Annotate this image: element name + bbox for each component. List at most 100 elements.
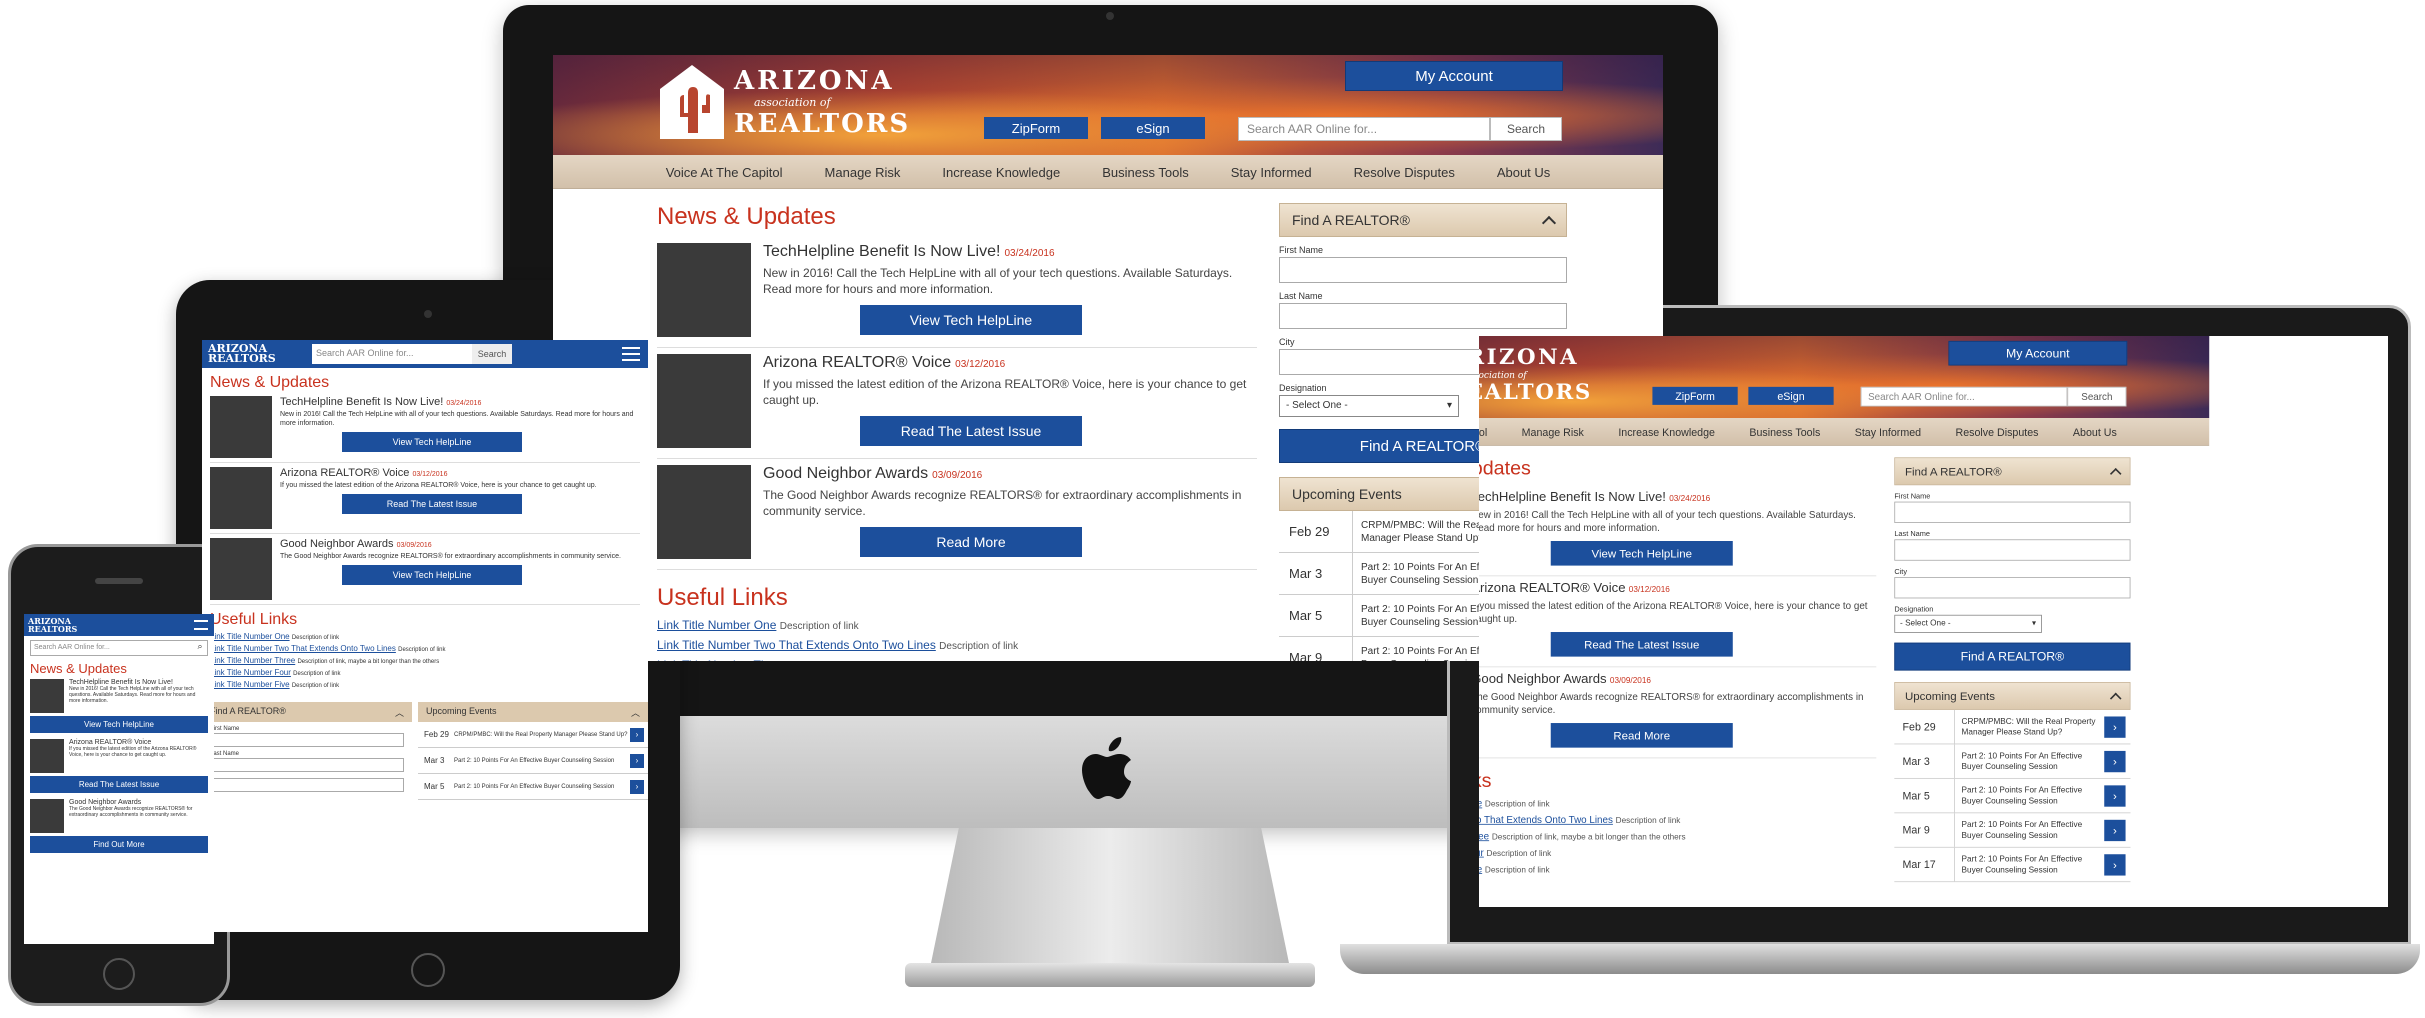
news-title[interactable]: TechHelpline Benefit Is Now Live! — [763, 243, 1000, 260]
link-title[interactable]: Link Title Number Two That Extends Onto … — [1479, 814, 1613, 825]
news-title[interactable]: Good Neighbor Awards — [1479, 672, 1607, 686]
news-title[interactable]: TechHelpline Benefit Is Now Live! — [69, 679, 208, 686]
esign-button[interactable]: eSign — [1101, 117, 1205, 139]
read-latest-issue-button[interactable]: Read The Latest Issue — [1550, 632, 1733, 657]
zipform-button[interactable]: ZipForm — [1652, 386, 1738, 405]
nav-item-increase-knowledge[interactable]: Increase Knowledge — [1601, 418, 1732, 445]
nav-item-about-us[interactable]: About Us — [1476, 155, 1571, 188]
last-name-field[interactable] — [210, 758, 404, 772]
search-icon[interactable]: ⌕ — [193, 641, 207, 655]
search-input[interactable]: Search AAR Online for... — [312, 344, 472, 364]
news-title[interactable]: TechHelpline Benefit Is Now Live! — [280, 396, 443, 408]
read-more-button[interactable]: Read More — [1550, 723, 1733, 748]
chevron-right-icon[interactable]: › — [2104, 819, 2126, 841]
designation-select[interactable]: - Select One - ▾ — [1894, 614, 2042, 633]
nav-item-resolve-disputes[interactable]: Resolve Disputes — [1938, 418, 2055, 445]
news-title[interactable]: Arizona REALTOR® Voice — [280, 467, 409, 479]
nav-item-manage-risk[interactable]: Manage Risk — [1504, 418, 1601, 445]
link-title[interactable]: Link Title Number Three — [210, 656, 295, 665]
find-realtor-button[interactable]: Find A REALTOR® — [1894, 642, 2131, 671]
zipform-button[interactable]: ZipForm — [984, 117, 1088, 139]
city-field[interactable] — [210, 778, 404, 792]
search-input[interactable]: Search AAR Online for... — [1860, 386, 2068, 407]
search-button[interactable]: Search — [1490, 117, 1562, 141]
find-realtor-header[interactable]: Find A REALTOR® — [1279, 203, 1567, 237]
nav-item-voice[interactable]: Voice At The Capitol — [645, 155, 804, 188]
first-name-field[interactable] — [210, 733, 404, 747]
phone-logo[interactable]: ARIZONA REALTORS — [28, 617, 77, 633]
chevron-right-icon[interactable]: › — [2104, 853, 2126, 876]
news-title[interactable]: Good Neighbor Awards — [280, 538, 394, 550]
link-title[interactable]: Link Title Number Two That Extends Onto … — [657, 638, 936, 652]
link-title[interactable]: Link Title Number Five — [210, 680, 290, 689]
hamburger-menu-icon[interactable] — [194, 620, 208, 630]
news-thumbnail — [657, 465, 751, 559]
news-title[interactable]: TechHelpline Benefit Is Now Live! — [1479, 490, 1666, 504]
find-realtor-header[interactable]: Find A REALTOR® — [1894, 457, 2131, 486]
last-name-field[interactable] — [1279, 303, 1567, 329]
nav-item-manage-risk[interactable]: Manage Risk — [804, 155, 922, 188]
search-input[interactable]: Search AAR Online for... — [31, 641, 193, 655]
news-title[interactable]: Good Neighbor Awards — [763, 465, 928, 482]
read-more-button[interactable]: Read More — [860, 527, 1082, 557]
chevron-right-icon[interactable]: › — [630, 779, 644, 794]
nav-item-business-tools[interactable]: Business Tools — [1081, 155, 1209, 188]
link-title[interactable]: Link Title Number One — [210, 632, 290, 641]
upcoming-events-header[interactable]: Upcoming Events ︿ — [418, 702, 648, 722]
view-tech-helpline-button[interactable]: View Tech HelpLine — [342, 432, 522, 452]
news-title[interactable]: Good Neighbor Awards — [69, 799, 208, 806]
find-realtor-header[interactable]: Find A REALTOR® ︿ — [202, 702, 412, 722]
my-account-button[interactable]: My Account — [1948, 340, 2128, 366]
first-name-field[interactable] — [1279, 257, 1567, 283]
link-title[interactable]: Link Title Number One — [657, 618, 776, 632]
main-nav: Voice At The Capitol Manage Risk Increas… — [1479, 418, 2210, 446]
find-out-more-button[interactable]: Find Out More — [30, 836, 208, 853]
my-account-button[interactable]: My Account — [1345, 61, 1563, 91]
chevron-right-icon[interactable]: › — [2104, 716, 2126, 738]
news-title[interactable]: Arizona REALTOR® Voice — [1479, 581, 1626, 595]
news-item: Good Neighbor Awards 03/09/2016 The Good… — [210, 534, 640, 605]
chevron-right-icon[interactable]: › — [630, 753, 644, 768]
search-input[interactable]: Search AAR Online for... — [1238, 117, 1490, 141]
link-title[interactable]: Link Title Number Three — [657, 658, 785, 661]
link-title[interactable]: Link Title Number Three — [1479, 830, 1489, 841]
site-logo[interactable]: ARIZONA association of REALTORS — [658, 63, 910, 141]
last-name-field[interactable] — [1894, 539, 2131, 561]
search-button[interactable]: Search — [2067, 386, 2127, 407]
link-title[interactable]: Link Title Number Five — [1479, 863, 1482, 874]
nav-item-resolve-disputes[interactable]: Resolve Disputes — [1333, 155, 1476, 188]
read-latest-issue-button[interactable]: Read The Latest Issue — [30, 776, 208, 793]
news-title[interactable]: Arizona REALTOR® Voice — [763, 354, 951, 371]
read-latest-issue-button[interactable]: Read The Latest Issue — [342, 494, 522, 514]
nav-item-business-tools[interactable]: Business Tools — [1732, 418, 1837, 445]
nav-item-voice[interactable]: Voice At The Capitol — [1479, 418, 1504, 445]
read-latest-issue-button[interactable]: Read The Latest Issue — [860, 416, 1082, 446]
view-tech-helpline-button[interactable]: View Tech HelpLine — [30, 716, 208, 733]
nav-item-about-us[interactable]: About Us — [2056, 418, 2134, 445]
link-row: Link Title Number One Description of lin… — [1479, 798, 1876, 809]
city-field[interactable] — [1894, 577, 2131, 599]
search-button[interactable]: Search — [472, 344, 512, 364]
link-title[interactable]: Link Title Number One — [1479, 798, 1482, 809]
chevron-right-icon[interactable]: › — [2104, 784, 2126, 807]
link-title[interactable]: Link Title Number Two That Extends Onto … — [210, 644, 396, 653]
first-name-field[interactable] — [1894, 501, 2131, 523]
site-logo[interactable]: ARIZONA association of REALTORS — [1479, 343, 1592, 407]
chevron-right-icon[interactable]: › — [630, 727, 644, 742]
chevron-right-icon[interactable]: › — [2104, 750, 2126, 772]
upcoming-events-header[interactable]: Upcoming Events — [1894, 682, 2131, 710]
link-title[interactable]: Link Title Number Four — [210, 668, 291, 677]
view-tech-helpline-button[interactable]: View Tech HelpLine — [860, 305, 1082, 335]
event-text: Part 2: 10 Points For An Effective Buyer… — [454, 783, 615, 790]
nav-item-stay-informed[interactable]: Stay Informed — [1210, 155, 1333, 188]
tablet-logo[interactable]: ARIZONA REALTORS — [208, 343, 276, 364]
link-title[interactable]: Link Title Number Four — [1479, 847, 1484, 858]
nav-item-increase-knowledge[interactable]: Increase Knowledge — [921, 155, 1081, 188]
esign-button[interactable]: eSign — [1748, 386, 1834, 405]
view-tech-helpline-button[interactable]: View Tech HelpLine — [1550, 541, 1733, 566]
news-title[interactable]: Arizona REALTOR® Voice — [69, 739, 208, 746]
hamburger-menu-icon[interactable] — [622, 347, 640, 361]
nav-item-stay-informed[interactable]: Stay Informed — [1838, 418, 1939, 445]
view-tech-helpline-button[interactable]: View Tech HelpLine — [342, 565, 522, 585]
designation-select[interactable]: - Select One - ▾ — [1279, 395, 1459, 417]
